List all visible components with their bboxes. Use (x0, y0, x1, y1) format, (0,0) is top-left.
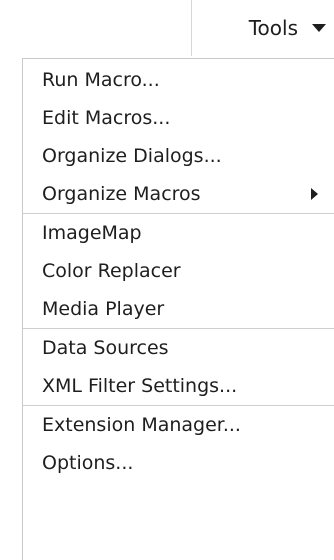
menu-item-label: Options... (42, 452, 134, 474)
menu-item-label: Data Sources (42, 337, 169, 359)
menu-group-media: ImageMap Color Replacer Media Player (23, 214, 334, 328)
menu-item-label: Run Macro... (42, 69, 160, 91)
menu-group-data: Data Sources XML Filter Settings... (23, 329, 334, 405)
triangle-down-icon (312, 24, 326, 32)
menu-item-imagemap[interactable]: ImageMap (23, 214, 334, 252)
menu-item-media-player[interactable]: Media Player (23, 290, 334, 328)
menu-group-settings: Extension Manager... Options... (23, 406, 334, 482)
menu-item-color-replacer[interactable]: Color Replacer (23, 252, 334, 290)
tools-dropdown-menu: Run Macro... Edit Macros... Organize Dia… (22, 58, 334, 560)
tools-menu-button[interactable]: Tools (192, 0, 334, 56)
menu-item-data-sources[interactable]: Data Sources (23, 329, 334, 367)
menu-item-label: Extension Manager... (42, 414, 241, 436)
menu-item-extension-manager[interactable]: Extension Manager... (23, 406, 334, 444)
menu-item-label: Organize Macros (42, 183, 201, 205)
menu-item-label: Color Replacer (42, 260, 181, 282)
menu-item-label: Media Player (42, 298, 165, 320)
menu-bar: Tools (0, 0, 334, 56)
menu-item-xml-filter-settings[interactable]: XML Filter Settings... (23, 367, 334, 405)
menu-item-label: XML Filter Settings... (42, 375, 238, 397)
triangle-right-icon (311, 188, 318, 200)
menu-item-edit-macros[interactable]: Edit Macros... (23, 99, 334, 137)
menu-item-label: Organize Dialogs... (42, 145, 222, 167)
menu-item-label: Edit Macros... (42, 107, 171, 129)
menu-item-options[interactable]: Options... (23, 444, 334, 482)
menu-item-run-macro[interactable]: Run Macro... (23, 61, 334, 99)
menu-item-organize-dialogs[interactable]: Organize Dialogs... (23, 137, 334, 175)
tools-menu-label: Tools (248, 16, 298, 40)
menu-item-organize-macros[interactable]: Organize Macros (23, 175, 334, 213)
menu-item-label: ImageMap (42, 222, 142, 244)
menu-group-macros: Run Macro... Edit Macros... Organize Dia… (23, 61, 334, 213)
